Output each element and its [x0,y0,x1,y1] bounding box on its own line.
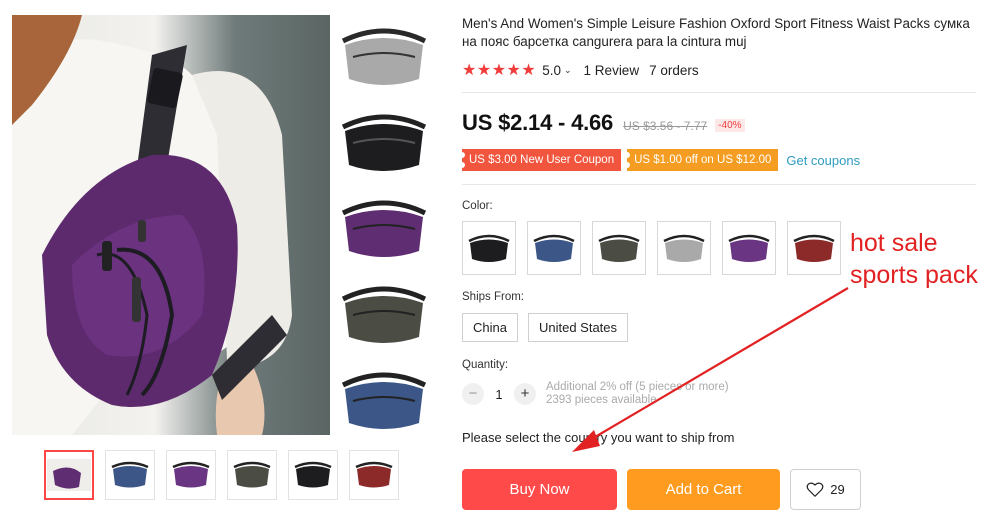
quantity-increase-button[interactable]: + [514,383,536,405]
wishlist-count: 29 [830,482,845,497]
color-swatch-blue[interactable] [527,221,581,275]
purple-bag-icon [728,234,770,262]
color-swatch-purple[interactable] [722,221,776,275]
side-thumb-green[interactable] [334,273,434,359]
quantity-decrease-button[interactable]: − [462,383,484,405]
red-bag-icon [355,461,393,488]
price-row: US $2.14 - 4.66 US $3.56 - 7.77 -40% [462,110,745,136]
gray-bag-icon [663,234,705,262]
get-coupons-link[interactable]: Get coupons [786,153,860,168]
ship-option-china[interactable]: China [462,313,518,342]
color-label: Color: [462,200,493,212]
blue-bag-icon [533,234,575,262]
product-title: Men's And Women's Simple Leisure Fashion… [462,16,970,49]
thumb-red[interactable] [349,450,399,500]
blue-bag-icon [341,372,427,429]
thumb-purple-model[interactable] [44,450,94,500]
discount-badge: -40% [715,119,745,132]
quantity-label: Quantity: [462,359,509,371]
coupon-row: US $3.00 New User Coupon US $1.00 off on… [458,149,860,171]
black-bag-icon [468,234,510,262]
rating-row: ★★★★★ 5.0 ⌄ 1 Review 7 orders [462,60,699,80]
purple-bag-icon [47,459,91,491]
reviews-link[interactable]: 1 Review [584,63,640,78]
green-bag-icon [598,234,640,262]
wishlist-button[interactable]: 29 [790,469,861,510]
rating-value[interactable]: 5.0 [542,63,561,78]
side-thumb-black[interactable] [334,101,434,187]
rating-stars-icon: ★★★★★ [462,62,537,79]
side-thumb-gray[interactable] [334,15,434,101]
current-price: US $2.14 - 4.66 [462,110,614,135]
color-swatch-red[interactable] [787,221,841,275]
product-photo-illustration [12,15,292,435]
quantity-input[interactable]: 1 [484,387,514,402]
ship-option-united-states[interactable]: United States [527,313,629,342]
gray-bag-icon [341,28,427,85]
heart-icon [806,482,824,497]
thumb-black[interactable] [288,450,338,500]
side-thumb-purple[interactable] [334,187,434,273]
black-bag-icon [341,114,427,171]
thumb-green[interactable] [227,450,277,500]
thumb-blue[interactable] [105,450,155,500]
red-bag-icon [793,234,835,262]
blue-bag-icon [111,461,149,488]
green-bag-icon [341,286,427,343]
annotation-line2: sports pack [850,261,978,289]
ships-from-label: Ships From: [462,291,524,303]
original-price: US $3.56 - 7.77 [623,119,708,133]
ship-country-message: Please select the country you want to sh… [462,430,735,445]
ships-from-options: China United States [462,313,629,342]
bulk-discount-note: Additional 2% off (5 pieces or more) [546,381,729,393]
chevron-down-icon[interactable]: ⌄ [564,65,572,76]
divider [462,92,976,93]
side-thumbnail-strip [334,15,434,445]
color-swatch-black[interactable] [462,221,516,275]
color-options [462,221,841,275]
orders-count: 7 orders [649,62,699,78]
buy-now-button[interactable]: Buy Now [462,469,617,510]
new-user-coupon[interactable]: US $3.00 New User Coupon [458,149,622,171]
thumb-purple[interactable] [166,450,216,500]
annotation-line1: hot sale [850,229,938,257]
green-bag-icon [233,461,271,488]
divider [462,184,976,185]
color-swatch-green[interactable] [592,221,646,275]
purple-bag-icon [341,200,427,257]
side-thumb-blue[interactable] [334,359,434,445]
color-swatch-gray[interactable] [657,221,711,275]
purple-bag-icon [172,461,210,488]
thumbnail-row [44,450,399,500]
store-coupon[interactable]: US $1.00 off on US $12.00 [624,149,779,171]
black-bag-icon [294,461,332,488]
add-to-cart-button[interactable]: Add to Cart [627,469,780,510]
quantity-stepper: − 1 + Additional 2% off (5 pieces or mor… [462,381,729,407]
annotation-text: hot sale sports pack [850,227,978,291]
quantity-note: Additional 2% off (5 pieces or more) 239… [546,381,729,407]
stock-available-note: 2393 pieces available [546,394,657,406]
main-product-image[interactable] [12,15,330,435]
